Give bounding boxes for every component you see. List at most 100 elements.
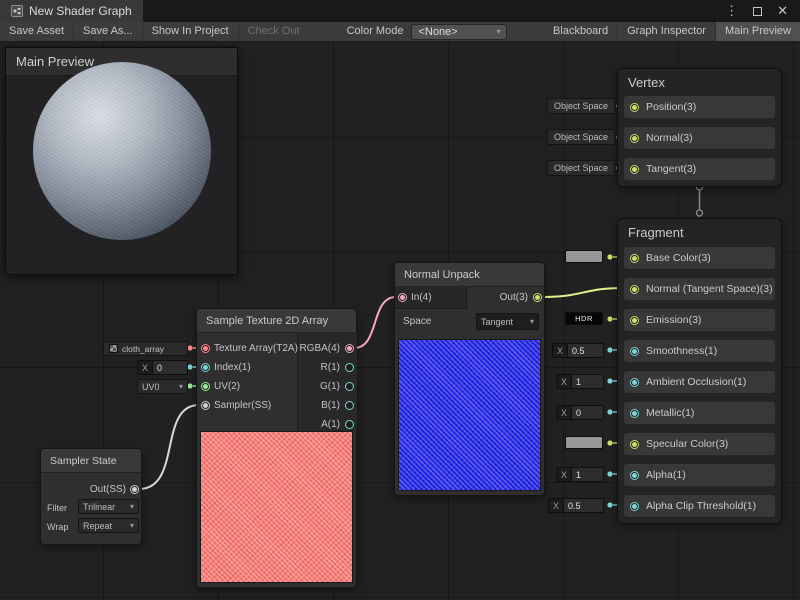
normal-unpack-node[interactable]: Normal Unpack In(4) Out(3) Space Tangent… [394, 262, 545, 496]
fragment-row-metallic[interactable]: Metallic(1) [624, 402, 775, 424]
stub-dot-index [187, 364, 192, 369]
row-label: Normal (Tangent Space)(3) [646, 283, 773, 295]
tab-new-shader-graph[interactable]: New Shader Graph [0, 0, 143, 22]
smoothness-field[interactable]: X 0.5 [552, 343, 604, 358]
port-specular-in[interactable] [630, 440, 639, 449]
port-g-out[interactable] [345, 382, 354, 391]
fragment-row-normal[interactable]: Normal (Tangent Space)(3) [624, 278, 775, 300]
wrap-dropdown[interactable]: Repeat ▾ [78, 518, 139, 533]
port-label: Sampler(SS) [214, 400, 271, 412]
port-label: R(1) [321, 362, 340, 374]
fragment-row-ao[interactable]: Ambient Occlusion(1) [624, 371, 775, 393]
dropdown-value: Trilinear [83, 502, 115, 512]
alpha-field[interactable]: X 1 [556, 467, 604, 482]
port-alphaclip-in[interactable] [630, 502, 639, 511]
port-emission-in[interactable] [630, 316, 639, 325]
port-label: B(1) [321, 400, 340, 412]
fragment-row-smoothness[interactable]: Smoothness(1) [624, 340, 775, 362]
vertex-row-position[interactable]: Position(3) [624, 96, 775, 118]
float-value[interactable]: 1 [571, 468, 603, 481]
stub-dot-specular [607, 440, 612, 445]
port-in4[interactable] [398, 293, 407, 302]
ao-field[interactable]: X 1 [556, 374, 604, 389]
uv-channel-dropdown[interactable]: UV0 ▾ [137, 379, 188, 394]
fragment-row-emission[interactable]: Emission(3) [624, 309, 775, 331]
port-rgba-out[interactable] [345, 344, 354, 353]
vertex-row-normal[interactable]: Normal(3) [624, 127, 775, 149]
emission-hdr-swatch[interactable]: HDR [565, 312, 603, 325]
port-tangent-in[interactable] [630, 165, 639, 174]
port-r-out[interactable] [345, 363, 354, 372]
sample-texture-2d-array-node[interactable]: Sample Texture 2D Array Texture Array(T2… [196, 308, 357, 588]
maximize-icon[interactable] [753, 7, 762, 16]
port-basecolor-in[interactable] [630, 254, 639, 263]
close-icon[interactable]: ✕ [777, 3, 788, 19]
port-metallic-in[interactable] [630, 409, 639, 418]
main-preview-toggle[interactable]: Main Preview [716, 22, 800, 41]
position-space-dropdown[interactable]: Object Space [547, 98, 615, 114]
main-preview-panel[interactable]: Main Preview [5, 47, 238, 275]
sampler-state-node[interactable]: Sampler State Out(SS) Filter Trilinear ▾… [40, 448, 142, 545]
stack-link-bottom-dot [697, 210, 703, 216]
port-label: RGBA(4) [299, 343, 340, 355]
graph-canvas[interactable]: Main Preview Vertex Position(3) Normal(3… [0, 42, 800, 600]
port-sampler-in[interactable] [201, 401, 210, 410]
edge-unpack-to-fragment-normal[interactable] [542, 288, 625, 297]
toolbar-toggles: Blackboard Graph Inspector Main Preview [544, 22, 800, 41]
port-uv-in[interactable] [201, 382, 210, 391]
port-out3[interactable] [533, 293, 542, 302]
shader-graph-icon [11, 5, 23, 17]
alphaclip-field[interactable]: X 0.5 [548, 498, 604, 513]
stub-dot-smoothness [607, 347, 612, 352]
stub-dot-alphaclip [607, 502, 612, 507]
kebab-menu-icon[interactable]: ⋮ [725, 3, 738, 19]
fragment-row-alpha[interactable]: Alpha(1) [624, 464, 775, 486]
fragment-row-alphaclip[interactable]: Alpha Clip Threshold(1) [624, 495, 775, 517]
port-position-in[interactable] [630, 103, 639, 112]
float-value[interactable]: 0.5 [563, 499, 603, 512]
color-mode-group: Color Mode <None> ▾ [343, 22, 516, 41]
port-a-out[interactable] [345, 420, 354, 429]
edge-rgba-to-normal-unpack[interactable] [354, 297, 396, 348]
port-alpha-in[interactable] [630, 471, 639, 480]
edge-samplerstate-to-sampler[interactable] [139, 405, 199, 489]
show-in-project-button[interactable]: Show In Project [143, 22, 239, 41]
float-value[interactable]: 0 [152, 361, 187, 374]
port-texture-array-in[interactable] [201, 344, 210, 353]
vertex-row-tangent[interactable]: Tangent(3) [624, 158, 775, 180]
fragment-row-specular[interactable]: Specular Color(3) [624, 433, 775, 455]
graph-inspector-toggle[interactable]: Graph Inspector [618, 22, 716, 41]
port-smoothness-in[interactable] [630, 347, 639, 356]
color-mode-dropdown[interactable]: <None> ▾ [411, 24, 507, 40]
port-out-ss[interactable] [130, 485, 139, 494]
node-title[interactable]: Sampler State [41, 449, 141, 473]
normal-space-dropdown[interactable]: Object Space [547, 129, 615, 145]
port-label: UV(2) [214, 381, 240, 393]
space-dropdown[interactable]: Tangent ▾ [476, 313, 539, 330]
port-b-out[interactable] [345, 401, 354, 410]
basecolor-swatch[interactable] [565, 250, 603, 263]
fragment-stack-node[interactable]: Fragment Base Color(3) Normal (Tangent S… [617, 218, 782, 524]
blackboard-toggle[interactable]: Blackboard [544, 22, 618, 41]
save-as-button[interactable]: Save As... [74, 22, 143, 41]
cloth-array-chip[interactable]: cloth_array [103, 341, 188, 356]
port-ao-in[interactable] [630, 378, 639, 387]
float-value[interactable]: 1 [571, 375, 603, 388]
index-field[interactable]: X 0 [137, 360, 188, 375]
save-asset-button[interactable]: Save Asset [0, 22, 74, 41]
float-value[interactable]: 0.5 [567, 344, 603, 357]
specular-swatch[interactable] [565, 436, 603, 449]
vertex-stack-node[interactable]: Vertex Position(3) Normal(3) Tangent(3) [617, 68, 782, 187]
stub-dot-ao [607, 378, 612, 383]
node-title[interactable]: Sample Texture 2D Array [197, 309, 356, 333]
port-index-in[interactable] [201, 363, 210, 372]
node-title[interactable]: Normal Unpack [395, 263, 544, 287]
fragment-row-basecolor[interactable]: Base Color(3) [624, 247, 775, 269]
port-normal-in[interactable] [630, 134, 639, 143]
metallic-field[interactable]: X 0 [556, 405, 604, 420]
tangent-space-dropdown[interactable]: Object Space [547, 160, 615, 176]
float-value[interactable]: 0 [571, 406, 603, 419]
main-preview-title: Main Preview [16, 54, 94, 69]
port-fragnormal-in[interactable] [630, 285, 639, 294]
filter-dropdown[interactable]: Trilinear ▾ [78, 499, 139, 514]
